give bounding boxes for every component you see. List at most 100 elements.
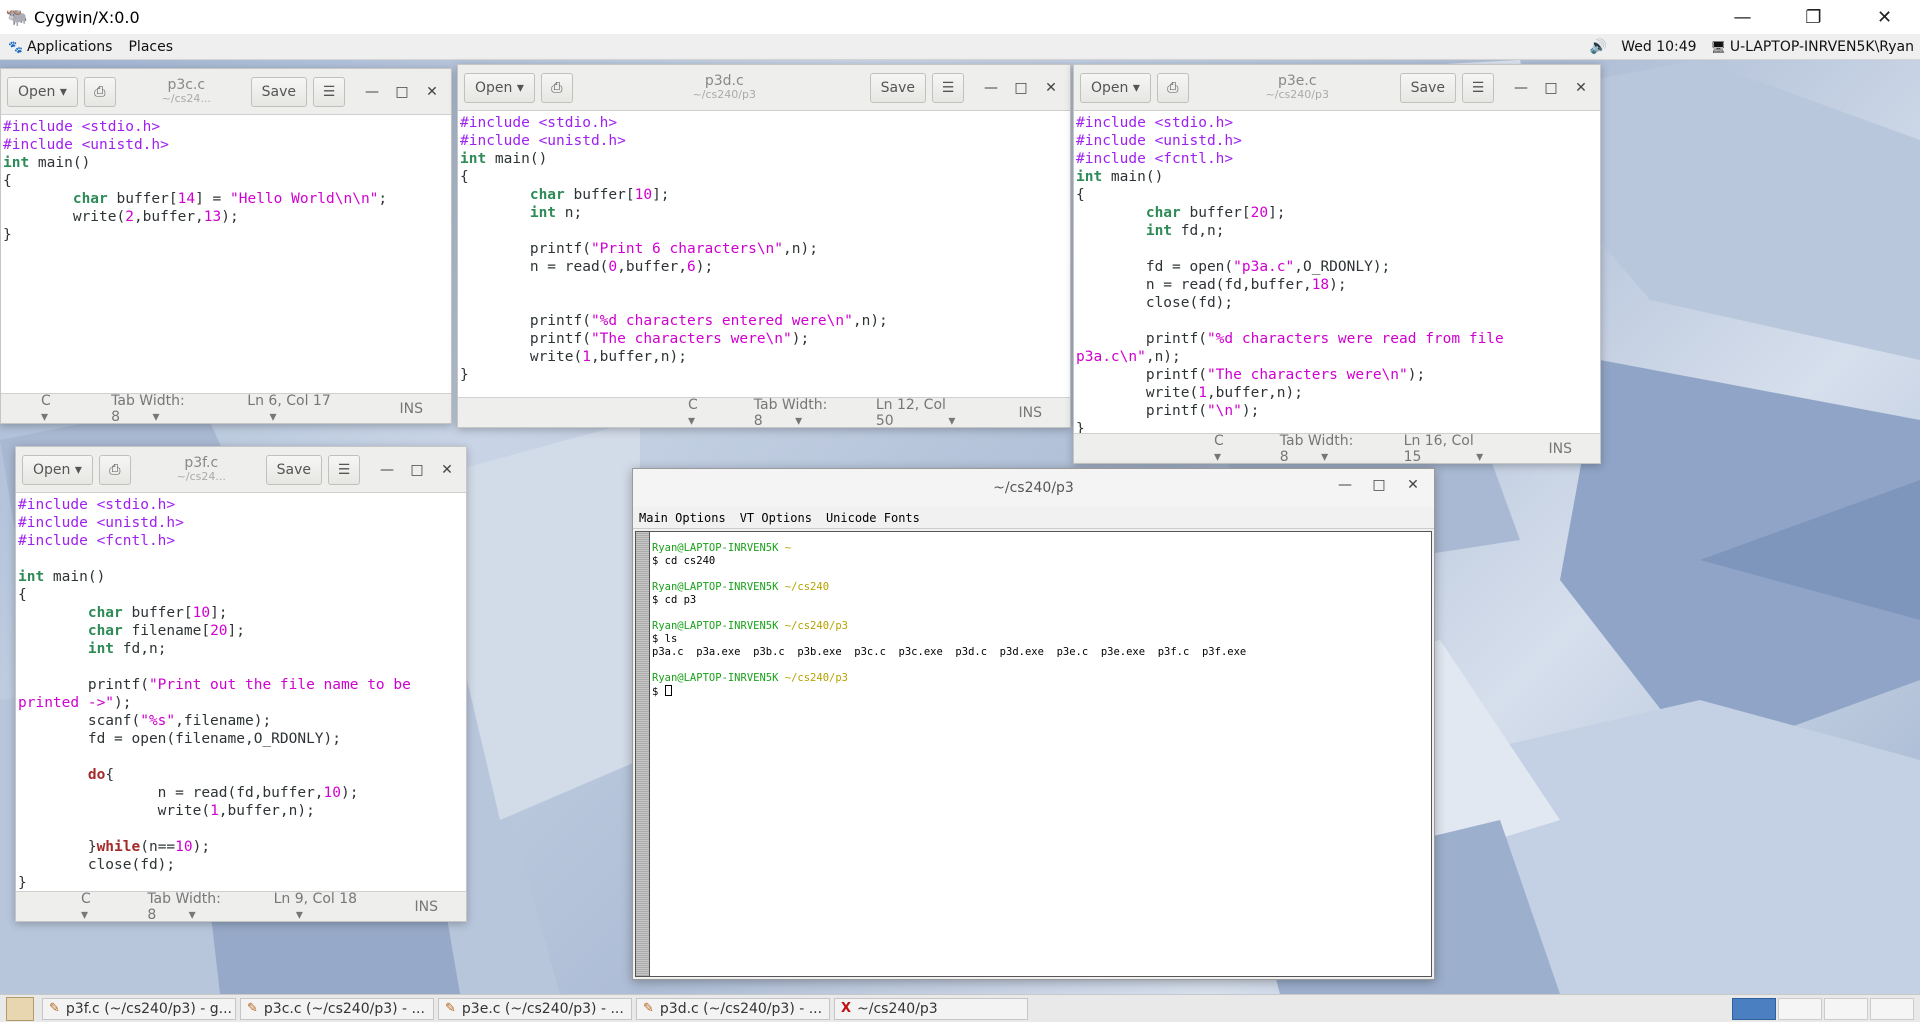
open-button[interactable]: Open ▾: [464, 72, 535, 103]
minimize-icon[interactable]: —: [1508, 80, 1534, 96]
prompt-path: ~/cs240/p3: [784, 620, 848, 632]
gedit-window-p3d: Open ▾ ⎙ p3d.c ~/cs240/p3 Save ☰ — □ ✕ #…: [457, 64, 1071, 428]
task-xterm[interactable]: X ~/cs240/p3: [834, 997, 1028, 1020]
show-desktop-icon[interactable]: [6, 996, 34, 1021]
open-button[interactable]: Open ▾: [1080, 72, 1151, 103]
close-icon[interactable]: ✕: [1568, 80, 1594, 96]
workspace-switcher: [1732, 997, 1914, 1020]
file-path: ~/cs240/p3: [692, 88, 756, 102]
menu-vt-options[interactable]: VT Options: [740, 511, 812, 525]
applications-label: Applications: [26, 38, 113, 55]
places-menu[interactable]: Places: [120, 39, 181, 55]
gedit-icon: ✎: [49, 1001, 60, 1016]
task-p3f[interactable]: ✎ p3f.c (~/cs240/p3) - g...: [42, 997, 236, 1020]
headerbar: Open ▾ ⎙ p3f.c ~/cs24... Save ☰ — □ ✕: [16, 447, 466, 493]
command-line: $ cd p3: [652, 594, 697, 606]
workspace-3[interactable]: [1824, 997, 1868, 1020]
new-tab-icon[interactable]: ⎙: [83, 76, 116, 107]
code-editor[interactable]: #include <stdio.h> #include <unistd.h> i…: [458, 111, 1070, 397]
close-icon[interactable]: ✕: [1038, 80, 1064, 96]
gedit-icon: ✎: [643, 1001, 654, 1016]
task-label: p3c.c (~/cs240/p3) - ...: [263, 1000, 425, 1017]
clock[interactable]: Wed 10:49: [1621, 39, 1696, 55]
x-icon: X: [841, 1001, 852, 1016]
workspace-2[interactable]: [1778, 997, 1822, 1020]
code-editor[interactable]: #include <stdio.h> #include <unistd.h> #…: [16, 493, 466, 891]
terminal-area[interactable]: Ryan@LAPTOP-INRVEN5K ~ $ cd cs240 Ryan@L…: [635, 531, 1432, 977]
task-p3e[interactable]: ✎ p3e.c (~/cs240/p3) - ...: [438, 997, 632, 1020]
language-selector[interactable]: C ▾: [688, 397, 726, 428]
xterm-menubar: Main Options VT Options Unicode Fonts: [633, 507, 1434, 529]
prompt-path: ~/cs240: [784, 581, 830, 593]
document-title: p3d.c ~/cs240/p3: [579, 74, 870, 101]
tab-width-selector[interactable]: Tab Width: 8 ▾: [111, 393, 219, 424]
cursor-position[interactable]: Ln 6, Col 17 ▾: [247, 393, 371, 424]
hamburger-menu-icon[interactable]: ☰: [932, 72, 964, 103]
save-button[interactable]: Save: [869, 72, 926, 103]
close-icon[interactable]: ✕: [1849, 0, 1920, 34]
open-button[interactable]: Open ▾: [22, 454, 93, 485]
file-path: ~/cs24...: [176, 470, 226, 484]
prompt-path: ~/cs240/p3: [784, 672, 848, 684]
minimize-icon[interactable]: —: [374, 462, 400, 478]
prompt-user: Ryan@LAPTOP-INRVEN5K: [652, 672, 779, 684]
file-name: p3c.c: [167, 77, 206, 93]
tab-width-selector[interactable]: Tab Width: 8 ▾: [147, 891, 245, 922]
hamburger-menu-icon[interactable]: ☰: [328, 454, 360, 485]
maximize-icon[interactable]: □: [389, 84, 415, 100]
prompt-user: Ryan@LAPTOP-INRVEN5K: [652, 581, 779, 593]
statusbar: C ▾ Tab Width: 8 ▾ Ln 6, Col 17 ▾ INS: [1, 393, 451, 423]
cursor-position[interactable]: Ln 16, Col 15 ▾: [1404, 433, 1521, 464]
taskbar: ✎ p3f.c (~/cs240/p3) - g... ✎ p3c.c (~/cs2…: [0, 994, 1920, 1022]
language-selector[interactable]: C ▾: [41, 393, 83, 424]
menu-unicode-fonts[interactable]: Unicode Fonts: [826, 511, 920, 525]
scrollbar[interactable]: [636, 532, 650, 976]
language-selector[interactable]: C ▾: [81, 891, 119, 922]
workspace-4[interactable]: [1870, 997, 1914, 1020]
file-path: ~/cs24...: [161, 92, 211, 106]
command-line: $ cd cs240: [652, 555, 716, 567]
hamburger-menu-icon[interactable]: ☰: [313, 76, 345, 107]
task-p3c[interactable]: ✎ p3c.c (~/cs240/p3) - ...: [240, 997, 434, 1020]
cursor-position[interactable]: Ln 12, Col 50 ▾: [876, 397, 991, 428]
hamburger-menu-icon[interactable]: ☰: [1462, 72, 1494, 103]
open-button[interactable]: Open ▾: [7, 76, 78, 107]
maximize-icon[interactable]: □: [1366, 477, 1392, 493]
insert-mode: INS: [1018, 404, 1043, 421]
command-line: $ ls: [652, 633, 678, 645]
document-title: p3f.c ~/cs24...: [137, 456, 266, 483]
code-editor[interactable]: #include <stdio.h> #include <unistd.h> i…: [1, 115, 451, 393]
minimize-icon[interactable]: —: [978, 80, 1004, 96]
close-icon[interactable]: ✕: [419, 84, 445, 100]
maximize-icon[interactable]: □: [1538, 80, 1564, 96]
statusbar: C ▾ Tab Width: 8 ▾ Ln 16, Col 15 ▾ INS: [1074, 433, 1600, 463]
code-editor[interactable]: #include <stdio.h> #include <unistd.h> #…: [1074, 111, 1600, 433]
language-selector[interactable]: C ▾: [1214, 433, 1252, 464]
save-button[interactable]: Save: [1399, 72, 1456, 103]
restore-icon[interactable]: ❐: [1778, 0, 1849, 34]
volume-icon[interactable]: 🔊: [1590, 39, 1607, 55]
menu-main-options[interactable]: Main Options: [639, 511, 726, 525]
minimize-icon[interactable]: —: [1707, 0, 1778, 34]
cursor-position[interactable]: Ln 9, Col 18 ▾: [274, 891, 387, 922]
user-menu[interactable]: 🖥 U-LAPTOP-INRVEN5K\Ryan: [1711, 39, 1914, 55]
tab-width-selector[interactable]: Tab Width: 8 ▾: [1280, 433, 1376, 464]
tab-width-selector[interactable]: Tab Width: 8 ▾: [754, 397, 848, 428]
save-button[interactable]: Save: [265, 454, 322, 485]
save-button[interactable]: Save: [250, 76, 307, 107]
new-tab-icon[interactable]: ⎙: [540, 72, 573, 103]
minimize-icon[interactable]: —: [1332, 477, 1358, 493]
headerbar: Open ▾ ⎙ p3d.c ~/cs240/p3 Save ☰ — □ ✕: [458, 65, 1070, 111]
applications-menu[interactable]: 🐾 Applications: [0, 39, 120, 55]
close-icon[interactable]: ✕: [1400, 477, 1426, 493]
close-icon[interactable]: ✕: [434, 462, 460, 478]
monitor-icon: 🖥: [1710, 39, 1726, 54]
minimize-icon[interactable]: —: [359, 84, 385, 100]
task-p3d[interactable]: ✎ p3d.c (~/cs240/p3) - ...: [636, 997, 830, 1020]
prompt-path: ~: [784, 542, 792, 554]
maximize-icon[interactable]: □: [404, 462, 430, 478]
maximize-icon[interactable]: □: [1008, 80, 1034, 96]
workspace-1[interactable]: [1732, 997, 1776, 1020]
new-tab-icon[interactable]: ⎙: [98, 454, 131, 485]
new-tab-icon[interactable]: ⎙: [1156, 72, 1189, 103]
